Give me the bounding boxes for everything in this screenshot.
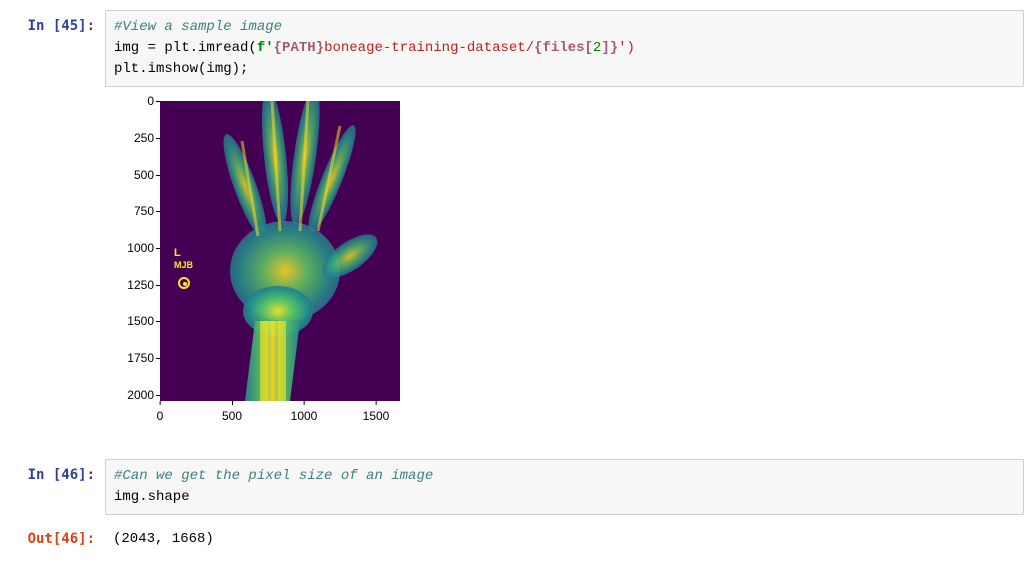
output-prompt-46: Out[46]: [0, 523, 105, 556]
output-area-46: (2043, 1668) [105, 523, 1024, 556]
input-area-45[interactable]: #View a sample image img = plt.imread(f'… [105, 10, 1024, 87]
x-axis: 0 500 1000 1500 [160, 401, 400, 431]
code-cell-45: In [45]: #View a sample image img = plt.… [0, 10, 1024, 87]
code-block-45: #View a sample image img = plt.imread(f'… [114, 17, 1015, 80]
input-area-46[interactable]: #Can we get the pixel size of an image i… [105, 459, 1024, 515]
output-text-46: (2043, 1668) [113, 529, 1016, 550]
hand-xray-svg [160, 101, 400, 401]
input-prompt-45: In [45]: [0, 10, 105, 87]
xray-marker-label: L MJB [174, 247, 193, 271]
xray-image: L MJB [160, 101, 400, 401]
xray-marker-circle [178, 277, 190, 289]
output-cell-45: 0 250 500 750 1000 1250 1500 1750 2000 [0, 95, 1024, 451]
code-cell-46: In [46]: #Can we get the pixel size of a… [0, 459, 1024, 515]
output-cell-46: Out[46]: (2043, 1668) [0, 523, 1024, 556]
code-block-46: #Can we get the pixel size of an image i… [114, 466, 1015, 508]
output-image-45: 0 250 500 750 1000 1250 1500 1750 2000 [105, 95, 1024, 451]
output-prompt-45-empty [0, 95, 105, 451]
input-prompt-46: In [46]: [0, 459, 105, 515]
matplotlib-figure: 0 250 500 750 1000 1250 1500 1750 2000 [105, 101, 435, 441]
y-axis: 0 250 500 750 1000 1250 1500 1750 2000 [105, 101, 160, 401]
